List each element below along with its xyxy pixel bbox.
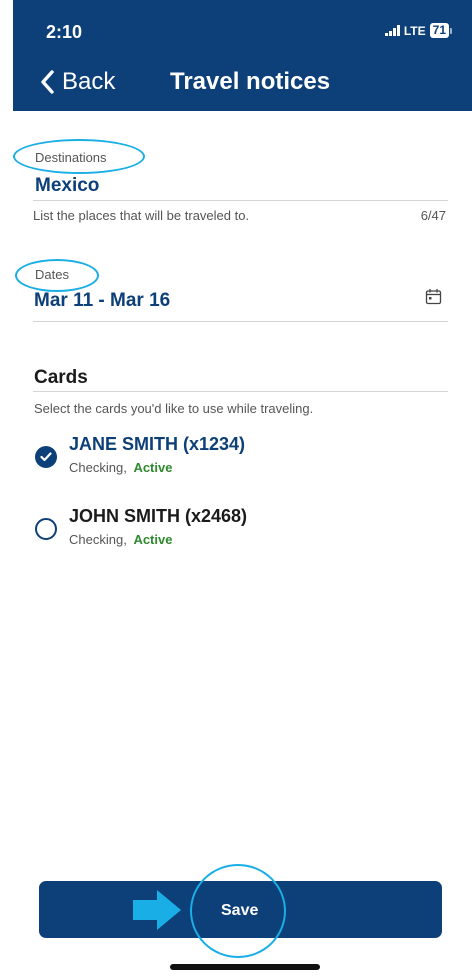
network-label: LTE [403,23,426,38]
battery-level: 71 [429,23,449,38]
home-indicator [170,964,320,970]
cards-title: Cards [34,367,88,388]
card-status: Active [133,532,173,547]
app-header: 2:10 LTE 71 Back Travel notices [13,0,472,111]
destinations-label: Destinations [35,150,107,165]
dates-input[interactable]: Mar 11 - Mar 16 [34,290,170,312]
cards-divider [33,391,448,392]
card-details: Checking, Active [69,532,247,547]
save-highlight-ellipse [190,864,286,958]
radio-checked-icon[interactable] [35,446,57,468]
calendar-icon[interactable] [425,288,442,305]
cards-helper: Select the cards you'd like to use while… [34,401,314,416]
card-name: JANE SMITH (x1234) [69,434,246,454]
chevron-left-icon [41,70,54,94]
status-indicators: LTE 71 [384,23,452,38]
arrow-right-icon [133,890,181,930]
card-type: Checking, [69,460,127,475]
battery-icon: 71 [429,23,452,38]
status-time: 2:10 [46,22,83,42]
card-details: Checking, Active [69,460,245,475]
back-button[interactable]: Back [40,68,115,96]
back-label: Back [62,68,116,95]
destinations-helper: List the places that will be traveled to… [33,208,250,223]
destinations-divider [33,200,448,201]
signal-icon [384,25,400,36]
dates-divider [33,321,448,322]
card-name: JOHN SMITH (x2468) [69,506,248,526]
destinations-input[interactable]: Mexico [35,175,99,197]
radio-unchecked-icon[interactable] [35,518,57,540]
destinations-counter: 6/47 [420,208,446,223]
page-title: Travel notices [170,68,331,95]
card-option-jane[interactable]: JANE SMITH (x1234) Checking, Active [35,434,245,475]
card-type: Checking, [69,532,127,547]
card-status: Active [133,460,173,475]
dates-label: Dates [35,267,69,282]
card-option-john[interactable]: JOHN SMITH (x2468) Checking, Active [35,506,247,547]
